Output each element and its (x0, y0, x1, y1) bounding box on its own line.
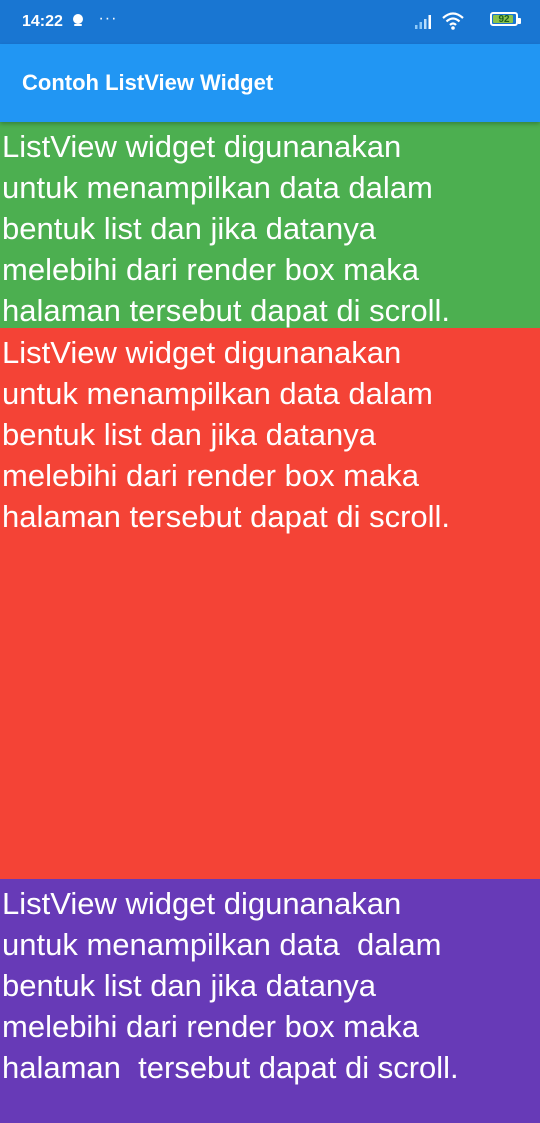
list-item: ListView widget digunanakan untuk menamp… (0, 122, 540, 328)
app-bar: Contoh ListView Widget (0, 44, 540, 122)
page-title: Contoh ListView Widget (22, 70, 274, 95)
status-time: 14:22 (22, 13, 63, 30)
list-item: ListView widget digunanakan untuk menamp… (0, 879, 540, 1123)
battery-level: 92 (498, 14, 510, 25)
notification-icon (72, 14, 84, 26)
list-view[interactable]: ListView widget digunanakan untuk menamp… (0, 122, 540, 1123)
battery-body: 92 (490, 12, 521, 26)
status-left-icons: ··· (72, 10, 118, 31)
battery-tip (518, 18, 521, 24)
status-bar: 14:22 ··· 92 (0, 0, 540, 44)
wifi-icon (442, 12, 464, 35)
battery-icon: 92 (490, 12, 521, 26)
list-item: ListView widget digunanakan untuk menamp… (0, 328, 540, 879)
overflow-dots: ··· (98, 10, 118, 27)
signal-icon (414, 12, 434, 35)
